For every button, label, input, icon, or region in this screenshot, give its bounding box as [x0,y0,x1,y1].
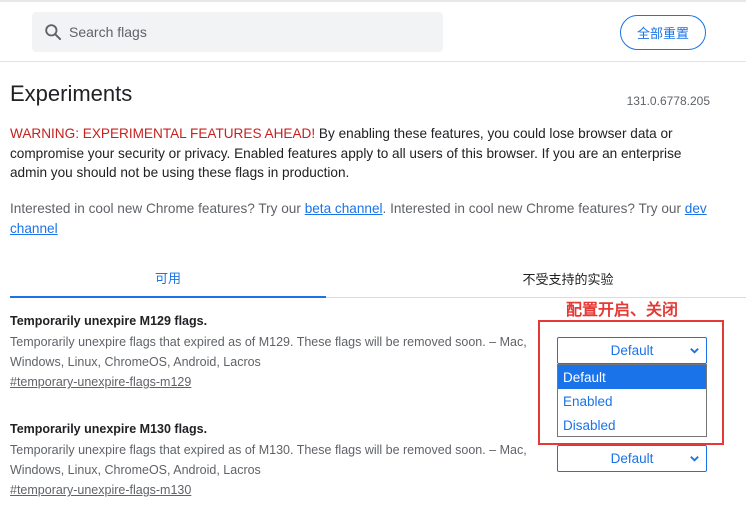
promo-text-2: . Interested in cool new Chrome features… [382,201,685,216]
flag-options-dropdown: Default Enabled Disabled [557,364,707,437]
warning-message: WARNING: EXPERIMENTAL FEATURES AHEAD! By… [10,124,710,183]
option-disabled[interactable]: Disabled [558,413,706,437]
flag-title: Temporarily unexpire M129 flags. [10,314,208,328]
flag-description-line: Windows, Linux, ChromeOS, Android, Lacro… [10,462,261,477]
flag-permalink[interactable]: #temporary-unexpire-flags-m130 [10,483,550,497]
flag-description: Temporarily unexpire flags that expired … [10,441,550,480]
search-icon [45,24,62,41]
flag-title: Temporarily unexpire M130 flags. [10,422,208,436]
option-default[interactable]: Default [558,365,706,389]
top-edge [0,0,746,2]
page-title: Experiments [10,81,133,106]
flag-description-line: Temporarily unexpire flags that expired … [10,335,527,349]
flag-description: Temporarily unexpire flags that expired … [10,333,550,372]
flag-select-m130[interactable]: Default [557,445,707,472]
flag-item-m130: Temporarily unexpire M130 flags. Tempora… [10,422,550,497]
chevron-down-icon [690,456,699,462]
chevron-down-icon [690,348,699,354]
beta-channel-link[interactable]: beta channel [305,201,383,216]
tab-unavailable[interactable]: 不受支持的实验 [400,258,736,298]
flag-description-line: Windows, Linux, ChromeOS, Android, Lacro… [10,354,261,369]
annotation-label: 配置开启、关闭 [566,300,679,319]
select-value: Default [610,451,654,466]
tab-bar: 可用 不受支持的实验 [10,258,746,298]
warning-label: WARNING: EXPERIMENTAL FEATURES AHEAD! [10,126,316,141]
option-enabled[interactable]: Enabled [558,389,706,413]
tab-available[interactable]: 可用 [10,258,326,298]
version-label: 131.0.6778.205 [626,94,710,108]
promo-text-1: Interested in cool new Chrome features? … [10,201,305,216]
channel-promo: Interested in cool new Chrome features? … [10,199,710,238]
search-box[interactable] [32,12,443,52]
flag-description-line: Temporarily unexpire flags that expired … [10,443,527,457]
flag-item-m129: Temporarily unexpire M129 flags. Tempora… [10,314,550,389]
select-value: Default [610,343,654,358]
reset-all-button[interactable]: 全部重置 [620,15,706,50]
flag-select-m129[interactable]: Default [557,337,707,364]
top-bar: 全部重置 [0,0,746,62]
search-input[interactable] [69,12,429,52]
flag-permalink[interactable]: #temporary-unexpire-flags-m129 [10,375,550,389]
